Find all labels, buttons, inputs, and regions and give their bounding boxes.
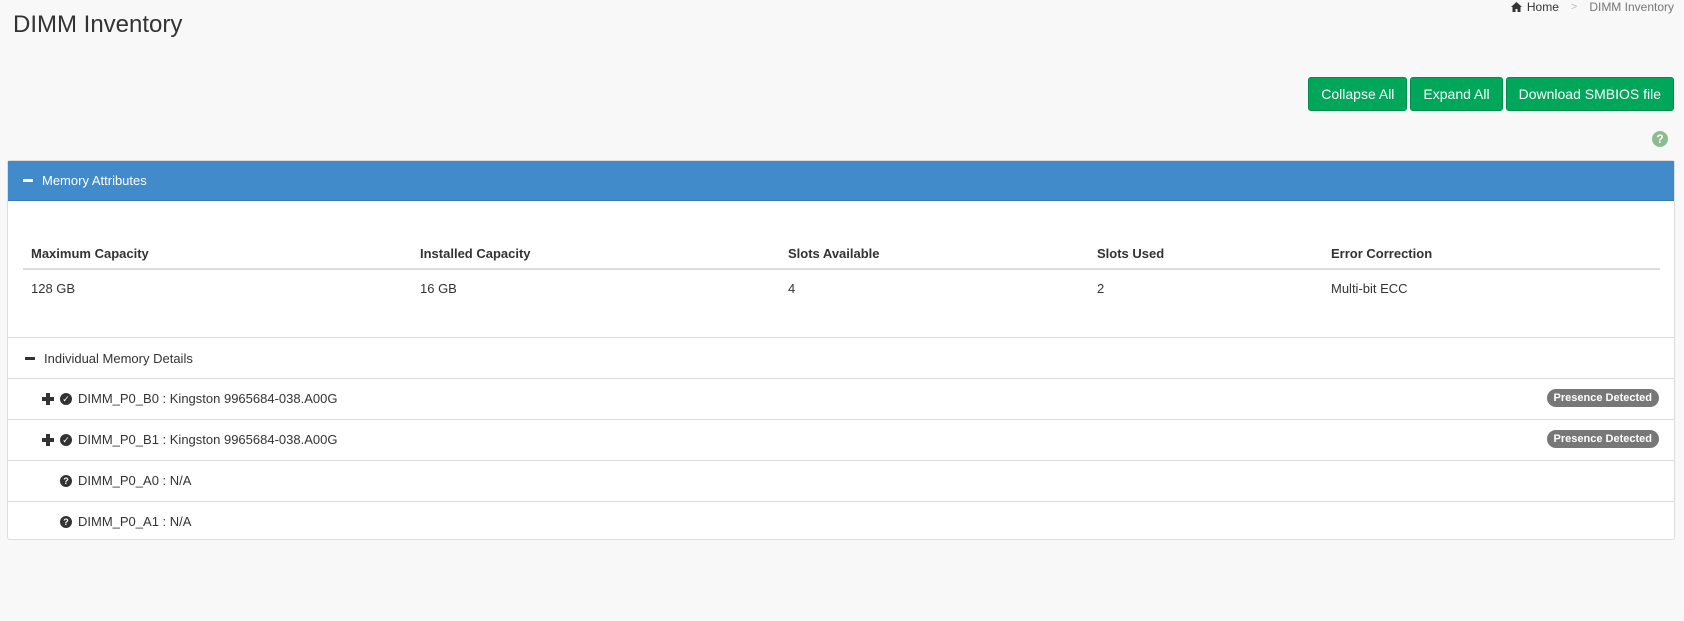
slots-used-value: 2 bbox=[1097, 281, 1105, 296]
status-badge: Presence Detected bbox=[1546, 430, 1659, 448]
column-header: Slots Used bbox=[1089, 239, 1323, 270]
download-smbios-button[interactable]: Download SMBIOS file bbox=[1505, 77, 1674, 111]
check-circle-icon: ✓ bbox=[60, 393, 72, 405]
breadcrumb-home-link[interactable]: Home bbox=[1510, 0, 1559, 14]
installed-capacity-value: 16 GB bbox=[420, 281, 457, 296]
collapse-minus-icon bbox=[25, 356, 35, 360]
status-badge: Presence Detected bbox=[1546, 389, 1659, 407]
question-circle-icon: ? bbox=[60, 475, 72, 487]
dimm-row: ? DIMM_P0_A1 : N/A bbox=[8, 501, 1674, 542]
collapse-minus-icon bbox=[23, 179, 33, 182]
expand-plus-icon[interactable] bbox=[42, 393, 54, 405]
memory-attributes-table: Maximum Capacity Installed Capacity Slot… bbox=[23, 239, 1660, 307]
collapse-all-button[interactable]: Collapse All bbox=[1308, 77, 1408, 111]
error-correction-value: Multi-bit ECC bbox=[1331, 281, 1408, 296]
column-header: Installed Capacity bbox=[412, 239, 780, 270]
breadcrumb-home-label: Home bbox=[1526, 0, 1559, 14]
dimm-row[interactable]: ✓ DIMM_P0_B1 : Kingston 9965684-038.A00G… bbox=[8, 419, 1674, 460]
column-header: Maximum Capacity bbox=[23, 239, 412, 270]
breadcrumb: Home > DIMM Inventory bbox=[1510, 0, 1674, 14]
max-capacity-value: 128 GB bbox=[31, 281, 76, 296]
individual-details-header[interactable]: Individual Memory Details bbox=[8, 337, 1674, 378]
dimm-row[interactable]: ✓ DIMM_P0_B0 : Kingston 9965684-038.A00G… bbox=[8, 378, 1674, 419]
expand-all-button[interactable]: Expand All bbox=[1410, 77, 1503, 111]
table-row: 128 GB 16 GB 4 2 Multi-bit ECC bbox=[23, 269, 1660, 307]
dimm-label: DIMM_P0_A0 : N/A bbox=[78, 473, 192, 488]
question-circle-icon: ? bbox=[60, 516, 72, 528]
check-circle-icon: ✓ bbox=[60, 434, 72, 446]
table-header-row: Maximum Capacity Installed Capacity Slot… bbox=[23, 239, 1660, 270]
memory-attributes-header[interactable]: Memory Attributes bbox=[8, 161, 1674, 201]
page-title: DIMM Inventory bbox=[13, 11, 183, 38]
memory-panel: Memory Attributes Maximum Capacity Insta… bbox=[7, 160, 1675, 540]
toolbar: Collapse All Expand All Download SMBIOS … bbox=[1308, 77, 1674, 111]
column-header: Error Correction bbox=[1323, 239, 1660, 270]
breadcrumb-current: DIMM Inventory bbox=[1589, 0, 1674, 14]
slots-available-value: 4 bbox=[788, 281, 796, 296]
help-icon[interactable]: ? bbox=[1652, 131, 1668, 147]
expand-plus-icon[interactable] bbox=[42, 434, 54, 446]
home-icon bbox=[1510, 2, 1522, 12]
column-header: Slots Available bbox=[780, 239, 1089, 270]
breadcrumb-separator: > bbox=[1570, 1, 1578, 13]
dimm-label: DIMM_P0_B1 : Kingston 9965684-038.A00G bbox=[78, 432, 338, 447]
dimm-label: DIMM_P0_A1 : N/A bbox=[78, 514, 192, 529]
dimm-row: ? DIMM_P0_A0 : N/A bbox=[8, 460, 1674, 501]
memory-attributes-title: Memory Attributes bbox=[42, 173, 147, 188]
dimm-label: DIMM_P0_B0 : Kingston 9965684-038.A00G bbox=[78, 391, 338, 406]
individual-details-title: Individual Memory Details bbox=[44, 350, 193, 366]
